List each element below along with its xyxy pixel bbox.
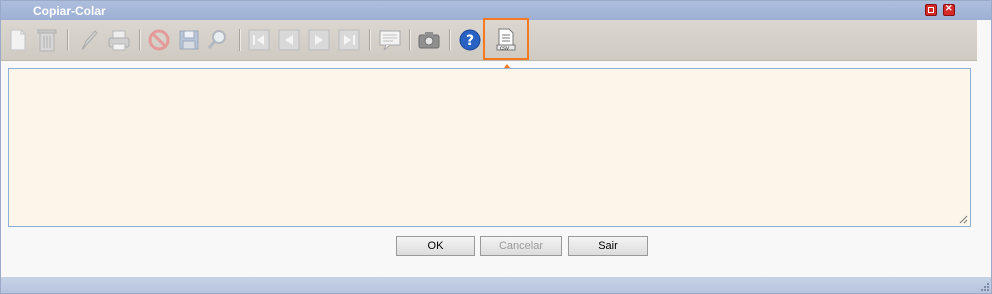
save-icon[interactable] (177, 27, 201, 53)
help-icon[interactable]: ? (458, 27, 482, 53)
svg-text:?: ? (466, 33, 474, 49)
maximize-button[interactable] (925, 4, 937, 16)
status-bar (1, 277, 991, 293)
paste-textarea[interactable] (8, 68, 971, 227)
new-document-icon[interactable] (6, 27, 30, 53)
edit-icon[interactable] (77, 27, 101, 53)
next-record-icon[interactable] (307, 27, 331, 53)
toolbar-separator (139, 29, 141, 51)
copy-paste-window: Copiar-Colar ✕ ? csv OK Cancelar Sair (0, 0, 992, 294)
toolbar-separator (369, 29, 371, 51)
exit-button[interactable]: Sair (568, 236, 648, 256)
csv-highlight-box (483, 18, 529, 60)
toolbar-separator (409, 29, 411, 51)
cancel-button[interactable]: Cancelar (480, 236, 562, 256)
camera-icon[interactable] (417, 27, 441, 53)
close-button[interactable] (943, 3, 955, 16)
toolbar-separator (67, 29, 69, 51)
comments-icon[interactable] (378, 27, 402, 53)
first-record-icon[interactable] (247, 27, 271, 53)
search-icon[interactable] (205, 27, 229, 53)
last-record-icon[interactable] (337, 27, 361, 53)
resize-grip-icon[interactable] (959, 215, 968, 224)
ok-button[interactable]: OK (396, 236, 475, 256)
window-right-edge (977, 20, 991, 277)
print-icon[interactable] (107, 27, 131, 53)
window-title: Copiar-Colar (33, 4, 106, 18)
cancel-icon[interactable] (147, 27, 171, 53)
trash-icon[interactable] (35, 27, 59, 53)
previous-record-icon[interactable] (277, 27, 301, 53)
toolbar-separator (449, 29, 451, 51)
toolbar-separator (239, 29, 241, 51)
window-resize-grip-icon[interactable] (979, 281, 989, 291)
